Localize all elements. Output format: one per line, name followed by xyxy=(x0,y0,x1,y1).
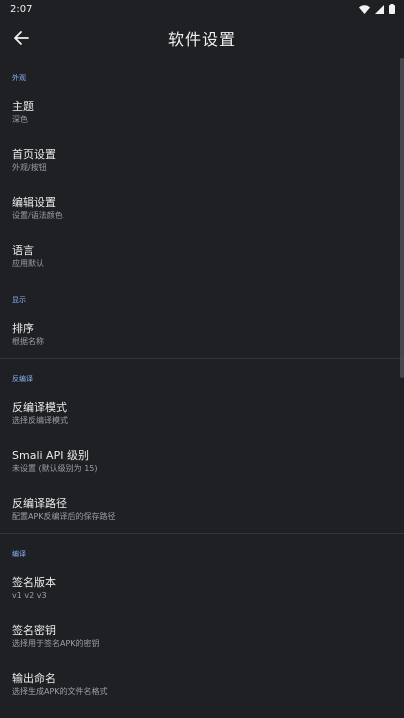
section-header-compile: 编译 xyxy=(12,550,26,558)
back-button[interactable] xyxy=(9,26,33,50)
setting-subtitle: 选择反编译模式 xyxy=(12,415,68,425)
setting-item-sort[interactable]: 排序 根据名称 xyxy=(0,310,404,358)
settings-screen: 2:07 软件设置 外观 主题 深色 首页设置 外观/按钮 编辑设置 设置/语法… xyxy=(0,0,404,718)
setting-title: 编辑设置 xyxy=(12,195,56,209)
section-header-display: 显示 xyxy=(12,296,26,304)
setting-item-smali-api[interactable]: Smali API 级别 未设置 (默认级别为 15) xyxy=(0,437,404,485)
wifi-icon xyxy=(359,4,370,14)
section-header-appearance: 外观 xyxy=(12,74,26,82)
signal-icon xyxy=(375,4,384,14)
settings-list: 外观 主题 深色 首页设置 外观/按钮 编辑设置 设置/语法颜色 语言 应用默认… xyxy=(0,58,404,708)
setting-subtitle: 未设置 (默认级别为 15) xyxy=(12,463,98,473)
setting-subtitle: 应用默认 xyxy=(12,258,44,268)
setting-subtitle: 外观/按钮 xyxy=(12,162,47,172)
page-title: 软件设置 xyxy=(167,30,236,49)
setting-item-theme[interactable]: 主题 深色 xyxy=(0,88,404,136)
setting-subtitle: 配置APK反编译后的保存路径 xyxy=(12,511,116,521)
status-time: 2:07 xyxy=(10,3,33,15)
setting-title: 反编译模式 xyxy=(12,400,67,414)
setting-item-sign-version[interactable]: 签名版本 v1 v2 v3 xyxy=(0,564,404,612)
scrollbar[interactable] xyxy=(400,58,404,378)
setting-title: Smali API 级别 xyxy=(12,448,89,462)
setting-item-editor[interactable]: 编辑设置 设置/语法颜色 xyxy=(0,184,404,232)
setting-item-decompile-mode[interactable]: 反编译模式 选择反编译模式 xyxy=(0,389,404,437)
setting-subtitle: 深色 xyxy=(12,114,28,124)
setting-subtitle: 根据名称 xyxy=(12,336,44,346)
setting-item-output-naming[interactable]: 输出命名 选择生成APK的文件名格式 xyxy=(0,660,404,708)
setting-subtitle: 选择生成APK的文件名格式 xyxy=(12,686,108,696)
setting-subtitle: 选择用于签名APK的密钥 xyxy=(12,638,100,648)
section-header-decompile: 反编译 xyxy=(12,375,33,383)
setting-title: 输出命名 xyxy=(12,671,56,685)
setting-item-home[interactable]: 首页设置 外观/按钮 xyxy=(0,136,404,184)
setting-title: 反编译路径 xyxy=(12,496,67,510)
setting-item-language[interactable]: 语言 应用默认 xyxy=(0,232,404,280)
app-bar: 软件设置 xyxy=(0,18,404,58)
setting-subtitle: 设置/语法颜色 xyxy=(12,210,63,220)
setting-title: 主题 xyxy=(12,99,34,113)
setting-subtitle: v1 v2 v3 xyxy=(12,590,47,600)
setting-title: 签名密钥 xyxy=(12,623,56,637)
setting-title: 语言 xyxy=(12,243,34,257)
setting-title: 首页设置 xyxy=(12,147,56,161)
setting-item-sign-key[interactable]: 签名密钥 选择用于签名APK的密钥 xyxy=(0,612,404,660)
setting-title: 排序 xyxy=(12,321,34,335)
battery-icon xyxy=(389,4,395,14)
setting-title: 签名版本 xyxy=(12,575,56,589)
status-bar: 2:07 xyxy=(0,0,404,18)
status-icons xyxy=(359,4,395,14)
setting-item-decompile-path[interactable]: 反编译路径 配置APK反编译后的保存路径 xyxy=(0,485,404,533)
arrow-left-icon xyxy=(14,31,29,45)
